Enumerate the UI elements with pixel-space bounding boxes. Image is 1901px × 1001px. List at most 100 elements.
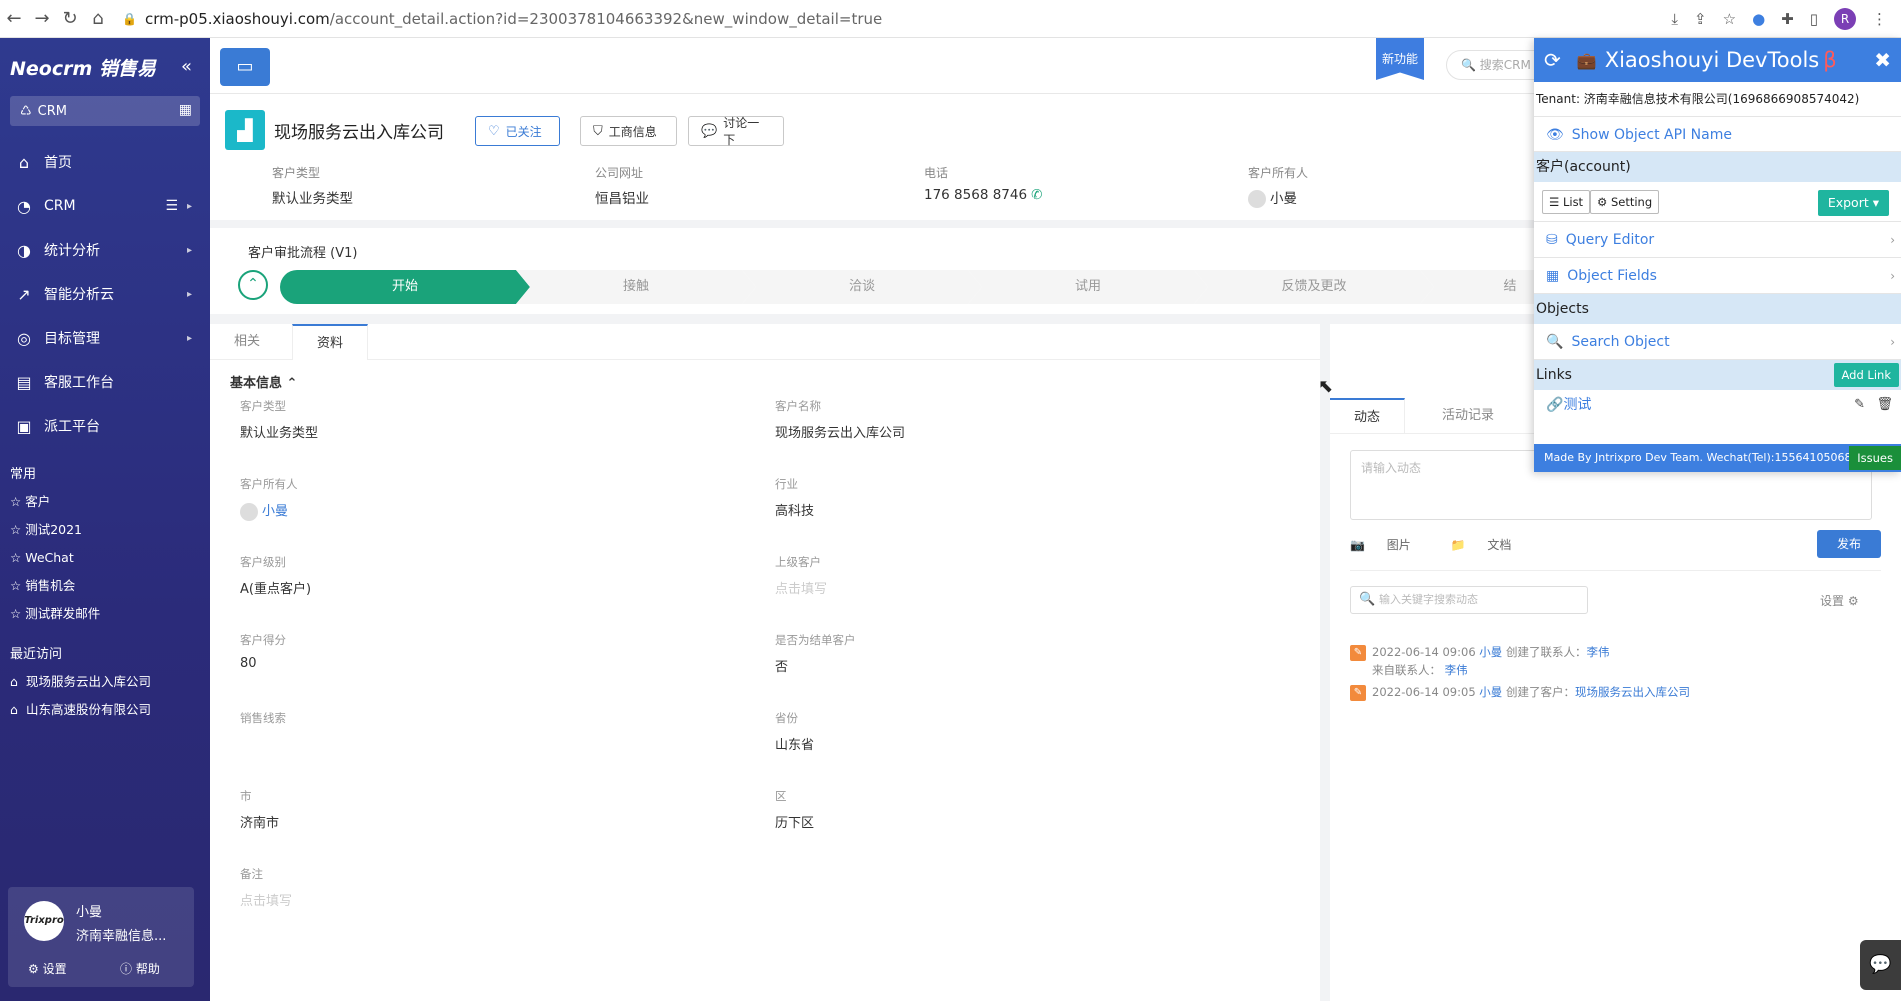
follow-label: 已关注 (505, 124, 542, 139)
search-object-row[interactable]: 🔍 Search Object › (1534, 324, 1901, 360)
tab-feed[interactable]: 动态 (1330, 398, 1406, 434)
profile-avatar[interactable]: R (1834, 8, 1856, 30)
phone-value[interactable]: 176 8568 8746 ✆ (924, 187, 1042, 203)
basic-info-section[interactable]: 基本信息 ⌃ (230, 372, 297, 391)
feed-time: 2022-06-14 09:05 (1372, 685, 1476, 699)
sidepanel-icon[interactable]: ▯ (1810, 10, 1818, 28)
sidebar-item-service-desk[interactable]: ▤ 客服工作台 (0, 360, 210, 404)
show-api-name-toggle[interactable]: 👁 Show Object API Name (1534, 116, 1901, 152)
field-customer-type: 客户类型 默认业务类型 (240, 398, 640, 441)
favorite-item[interactable]: ☆ 测试群发邮件 (0, 600, 210, 628)
recent-item[interactable]: ⌂ 山东高速股份有限公司 (0, 696, 210, 724)
sidebar-item-dispatch[interactable]: ▣ 派工平台 (0, 404, 210, 448)
attach-doc-button[interactable]: 📁 文档 (1451, 538, 1530, 552)
field-label: 公司网址 (595, 166, 644, 180)
field-label: 电话 (924, 166, 949, 180)
attach-image-button[interactable]: 📷 图片 (1350, 538, 1429, 552)
recent-title: 最近访问 (10, 647, 63, 662)
forward-icon[interactable]: → (28, 8, 56, 29)
issues-button[interactable]: Issues (1849, 446, 1901, 470)
new-feature-badge[interactable]: 新功能 (1376, 38, 1424, 80)
extension-devtools-icon[interactable]: ● (1752, 10, 1765, 28)
chevron-up-icon[interactable]: ⌃ (238, 270, 268, 300)
sidebar-item-crm[interactable]: ◔ CRM ☰ ▸ (0, 184, 210, 228)
refresh-icon[interactable]: ⟳ (1544, 48, 1561, 72)
chevron-right-icon: ▸ (186, 288, 192, 300)
favorite-item[interactable]: ☆ WeChat (0, 544, 210, 572)
puzzle-icon[interactable]: ✚ (1781, 10, 1794, 28)
add-link-button[interactable]: Add Link (1833, 363, 1899, 387)
list-button[interactable]: ☰ List (1542, 190, 1591, 214)
tab-profile[interactable]: 资料 (292, 324, 369, 360)
sidebar-item-stats[interactable]: ◑ 统计分析 ▸ (0, 228, 210, 272)
field-value[interactable]: 点击填写 (775, 578, 1175, 597)
grid-icon[interactable]: ▦ (179, 102, 192, 118)
stage-feedback[interactable]: 反馈及更改 (1194, 270, 1434, 304)
feed-target-link[interactable]: 李伟 (1586, 645, 1609, 659)
discuss-button[interactable]: 💬 讨论一下 (688, 116, 784, 147)
list-icon[interactable]: ☰ (165, 198, 178, 214)
follow-button[interactable]: ♡ 已关注 (475, 116, 560, 146)
tab-related[interactable]: 相关 (210, 324, 284, 360)
message-button[interactable]: ▭ (220, 48, 270, 86)
feed-sub-link[interactable]: 李伟 (1445, 663, 1468, 677)
favorite-item[interactable]: ☆ 测试2021 (0, 516, 210, 544)
setting-button[interactable]: ⚙ Setting (1590, 190, 1660, 214)
floating-chat-button[interactable]: 💬 (1860, 940, 1901, 990)
phone-icon[interactable]: ✆ (1031, 187, 1042, 203)
query-editor-row[interactable]: ⛁ Query Editor › (1534, 222, 1901, 258)
owner-value[interactable]: 小曼 (1248, 187, 1308, 208)
install-icon[interactable]: ⤓ (1671, 10, 1678, 28)
favorite-item[interactable]: ☆ 销售机会 (0, 572, 210, 600)
share-icon[interactable]: ⇪ (1694, 10, 1707, 28)
field-label: 销售线索 (240, 711, 286, 725)
link-item[interactable]: 🔗测试 ✎ 🗑 (1534, 390, 1901, 420)
field-customer-name: 客户名称 现场服务云出入库公司 (775, 398, 1175, 441)
field-remark: 备注 点击填写 (240, 866, 640, 909)
help-link[interactable]: ⓘ 帮助 (120, 960, 160, 977)
close-icon[interactable]: ✖ (1874, 48, 1891, 72)
publish-button[interactable]: 发布 (1817, 530, 1881, 558)
favorite-item[interactable]: ☆ 客户 (0, 488, 210, 516)
stage-contact[interactable]: 接触 (516, 270, 756, 304)
section-title: 基本信息 (230, 376, 283, 391)
settings-link[interactable]: ⚙ 设置 (28, 960, 67, 977)
app-switcher[interactable]: ♺ CRM ▦ (10, 96, 200, 126)
sidebar-item-home[interactable]: ⌂ 首页 (0, 140, 210, 184)
export-button[interactable]: Export ▾ (1817, 190, 1889, 216)
stage-start[interactable]: 开始 (280, 270, 530, 304)
field-city: 市济南市 (240, 788, 640, 831)
shield-icon: ⛉ (593, 123, 603, 139)
recent-label: 现场服务云出入库公司 (25, 674, 151, 689)
owner-link[interactable]: 小曼 (240, 500, 640, 521)
avatar[interactable]: Trixpro (24, 901, 64, 941)
list-item: ✎ 2022-06-14 09:05 小曼 创建了客户：现场服务云出入库公司 (1350, 684, 1690, 701)
star-icon[interactable]: ☆ (1723, 10, 1736, 28)
search-icon: 🔍 (1546, 334, 1564, 350)
trash-icon[interactable]: 🗑 (1876, 390, 1893, 420)
feed-settings[interactable]: 设置 ⚙ (1820, 592, 1859, 609)
tab-activity-log[interactable]: 活动记录 (1418, 398, 1518, 434)
object-fields-row[interactable]: ▦ Object Fields › (1534, 258, 1901, 294)
field-value: 否 (775, 660, 789, 675)
field-value[interactable]: 点击填写 (240, 890, 640, 909)
sidebar-item-goals[interactable]: ◎ 目标管理 ▸ (0, 316, 210, 360)
user-name: 小曼 (76, 905, 103, 920)
sidebar-item-smart-analytics[interactable]: ↗ 智能分析云 ▸ (0, 272, 210, 316)
stage-negotiate[interactable]: 洽谈 (742, 270, 982, 304)
feed-target-link[interactable]: 现场服务云出入库公司 (1575, 685, 1690, 699)
address-bar[interactable]: 🔒 crm-p05.xiaoshouyi.com/account_detail.… (122, 4, 882, 34)
home-icon[interactable]: ⌂ (84, 8, 112, 29)
feed-search-input[interactable]: 🔍 输入关键字搜索动态 (1350, 586, 1588, 614)
reload-icon[interactable]: ↻ (56, 8, 84, 29)
back-icon[interactable]: ← (0, 8, 28, 29)
edit-icon[interactable]: ✎ (1854, 390, 1865, 420)
feed-user-link[interactable]: 小曼 (1479, 685, 1502, 699)
recent-item[interactable]: ⌂ 现场服务云出入库公司 (0, 668, 210, 696)
business-info-button[interactable]: ⛉ 工商信息 (580, 116, 677, 146)
collapse-sidebar-icon[interactable]: « (181, 56, 192, 77)
menu-dots-icon[interactable]: ⋮ (1872, 10, 1887, 28)
stage-trial[interactable]: 试用 (968, 270, 1208, 304)
feed-user-link[interactable]: 小曼 (1479, 645, 1502, 659)
account-title: 现场服务云出入库公司 (274, 123, 444, 143)
